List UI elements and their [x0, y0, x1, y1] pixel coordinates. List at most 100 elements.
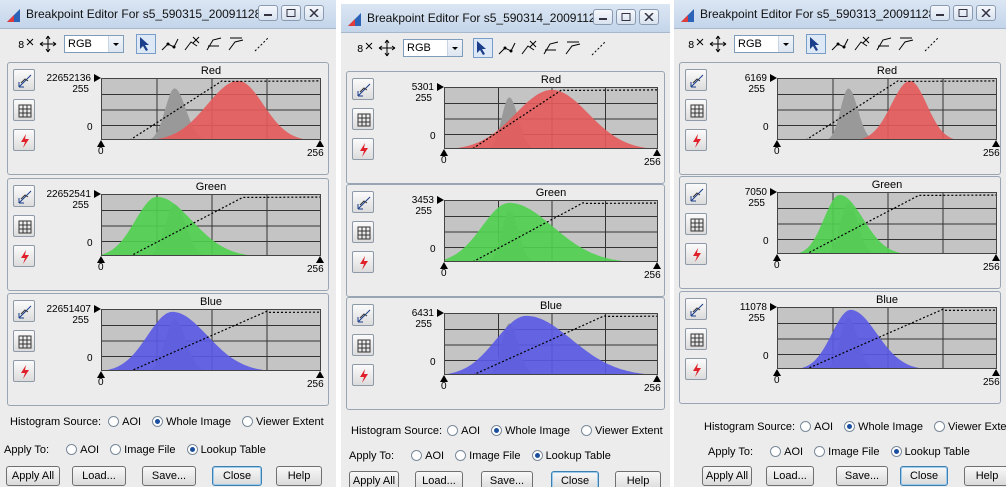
histogram-plot[interactable] [101, 309, 321, 371]
source-aoi-option[interactable]: AOI [108, 416, 141, 428]
pan-move-icon[interactable] [38, 34, 58, 54]
table-view-button[interactable] [352, 108, 374, 130]
apply-lookup-table-option[interactable]: Lookup Table [186, 444, 266, 456]
x-axis-min-marker-icon[interactable] [97, 140, 105, 147]
table-view-button[interactable] [13, 99, 35, 121]
radio-viewer-extent[interactable] [242, 416, 254, 427]
radio-viewer-extent[interactable] [581, 425, 593, 436]
x-axis-max-marker-icon[interactable] [653, 375, 661, 382]
add-breakpoint-icon[interactable] [830, 34, 850, 54]
title-bar[interactable]: Breakpoint Editor For s5_590313_20091128… [674, 0, 1006, 29]
color-mode-select[interactable]: RGB [403, 39, 463, 57]
save-button[interactable]: Save... [481, 471, 533, 487]
radio-aoi[interactable] [800, 421, 812, 432]
apply-image-file-option[interactable]: Image File [814, 446, 880, 458]
apply-image-file-option[interactable]: Image File [110, 444, 176, 456]
maximize-button[interactable] [616, 9, 636, 25]
radio-apply-aoi[interactable] [66, 444, 78, 455]
x-axis-max-marker-icon[interactable] [316, 371, 324, 378]
x-axis-min-marker-icon[interactable] [440, 375, 448, 382]
close-button[interactable]: Close [212, 466, 262, 486]
x-axis-min-marker-icon[interactable] [440, 149, 448, 156]
curve-up-icon[interactable] [204, 34, 224, 54]
histogram-plot[interactable] [444, 200, 658, 262]
histogram-plot[interactable] [444, 87, 658, 149]
load-button[interactable]: Load... [415, 471, 463, 487]
radio-aoi[interactable] [108, 416, 120, 427]
pan-move-icon[interactable] [708, 34, 728, 54]
pan-move-icon[interactable] [377, 38, 397, 58]
x-axis-min-marker-icon[interactable] [97, 371, 105, 378]
reset-button[interactable] [13, 245, 35, 267]
source-whole-image-option[interactable]: Whole Image [491, 425, 570, 437]
x-axis-min-marker-icon[interactable] [773, 254, 781, 261]
reset-button[interactable] [13, 360, 35, 382]
radio-lookup-table[interactable] [890, 446, 902, 457]
minimize-button[interactable] [593, 9, 613, 25]
table-view-button[interactable] [352, 334, 374, 356]
apply-aoi-option[interactable]: AOI [66, 444, 99, 456]
table-view-button[interactable] [685, 213, 707, 235]
save-button[interactable]: Save... [836, 466, 888, 486]
help-button[interactable]: Help [615, 471, 661, 487]
source-viewer-extent-option[interactable]: Viewer Extent [934, 421, 1006, 433]
close-button[interactable]: Close [900, 466, 948, 486]
table-view-button[interactable] [685, 99, 707, 121]
radio-image-file[interactable] [814, 446, 826, 457]
edit-curve-button[interactable] [685, 298, 707, 320]
delete-breakpoint-icon[interactable] [519, 38, 539, 58]
x-axis-max-marker-icon[interactable] [992, 369, 1000, 376]
apply-aoi-option[interactable]: AOI [770, 446, 803, 458]
x-axis-max-marker-icon[interactable] [316, 256, 324, 263]
radio-viewer-extent[interactable] [934, 421, 946, 432]
minimize-button[interactable] [258, 5, 278, 21]
select-tool-button[interactable] [473, 38, 493, 58]
reset-button[interactable] [13, 129, 35, 151]
histogram-plot[interactable] [777, 307, 997, 369]
histogram-plot[interactable] [777, 78, 997, 140]
apply-all-button[interactable]: Apply All [349, 471, 399, 487]
histogram-plot[interactable] [444, 313, 658, 375]
histogram-plot[interactable] [101, 194, 321, 256]
edit-curve-button[interactable] [13, 69, 35, 91]
load-button[interactable]: Load... [766, 466, 814, 486]
edit-curve-button[interactable] [685, 69, 707, 91]
title-bar[interactable]: Breakpoint Editor For s5_590315_20091128… [0, 0, 336, 29]
close-window-button[interactable] [976, 5, 996, 21]
select-tool-button[interactable] [806, 34, 826, 54]
edit-curve-button[interactable] [352, 78, 374, 100]
source-aoi-option[interactable]: AOI [447, 425, 480, 437]
x-axis-max-marker-icon[interactable] [992, 140, 1000, 147]
channel-split-icon[interactable]: 8 [355, 38, 375, 58]
radio-apply-aoi[interactable] [411, 450, 423, 461]
curve-down-icon[interactable] [563, 38, 583, 58]
radio-whole-image[interactable] [152, 416, 164, 427]
reset-button[interactable] [685, 243, 707, 265]
reset-button[interactable] [685, 358, 707, 380]
x-axis-max-marker-icon[interactable] [653, 149, 661, 156]
radio-image-file[interactable] [110, 444, 122, 455]
edit-curve-button[interactable] [352, 191, 374, 213]
table-view-button[interactable] [685, 328, 707, 350]
apply-aoi-option[interactable]: AOI [411, 450, 444, 462]
channel-split-icon[interactable]: 8 [16, 34, 36, 54]
color-mode-select[interactable]: RGB [734, 35, 794, 53]
curve-down-icon[interactable] [896, 34, 916, 54]
delete-breakpoint-icon[interactable] [852, 34, 872, 54]
radio-apply-aoi[interactable] [770, 446, 782, 457]
x-axis-min-marker-icon[interactable] [440, 262, 448, 269]
x-axis-min-marker-icon[interactable] [773, 140, 781, 147]
minimize-button[interactable] [930, 5, 950, 21]
linear-curve-icon[interactable] [922, 34, 942, 54]
source-whole-image-option[interactable]: Whole Image [844, 421, 923, 433]
close-window-button[interactable] [639, 9, 659, 25]
histogram-plot[interactable] [777, 192, 997, 254]
apply-all-button[interactable]: Apply All [6, 466, 60, 486]
table-view-button[interactable] [352, 221, 374, 243]
apply-all-button[interactable]: Apply All [702, 466, 752, 486]
curve-up-icon[interactable] [874, 34, 894, 54]
table-view-button[interactable] [13, 215, 35, 237]
add-breakpoint-icon[interactable] [497, 38, 517, 58]
curve-up-icon[interactable] [541, 38, 561, 58]
maximize-button[interactable] [281, 5, 301, 21]
